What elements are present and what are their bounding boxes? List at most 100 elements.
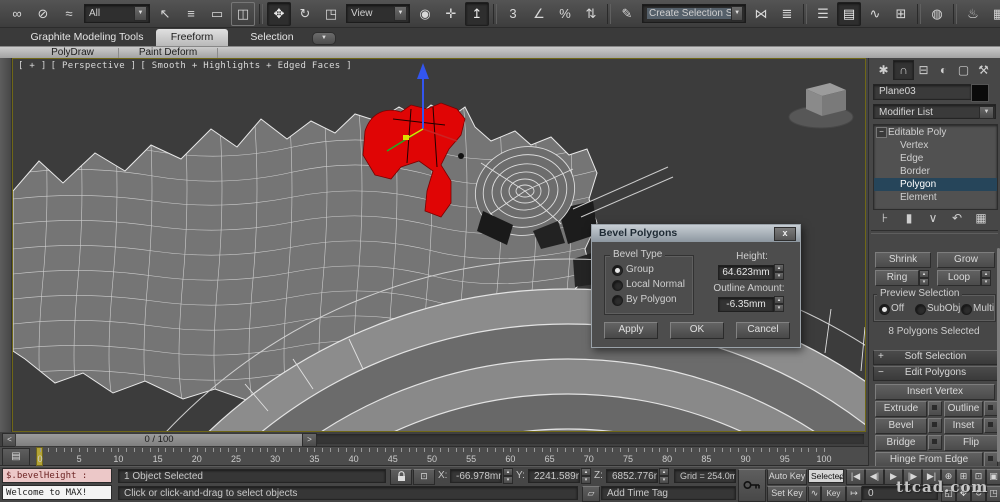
bridge-button[interactable]: Bridge <box>875 435 927 451</box>
preview-multi-radio[interactable] <box>961 304 972 315</box>
cancel-button[interactable]: Cancel <box>736 322 790 339</box>
outline-spinner[interactable]: ▴ ▾ <box>774 296 784 312</box>
auto-key-button[interactable]: Auto Key <box>767 469 807 485</box>
pin-stack-icon[interactable]: ⊦ <box>875 208 895 228</box>
tab-selection[interactable]: Selection <box>238 29 306 46</box>
z-spinner[interactable]: ▴ ▾ <box>659 468 669 484</box>
shrink-button[interactable]: Shrink <box>875 252 931 268</box>
x-spinner[interactable]: ▴ ▾ <box>503 468 513 484</box>
absolute-offset-mode-icon[interactable]: ⊡ <box>413 469 435 485</box>
layer-manager-icon[interactable]: ☰ <box>811 2 835 26</box>
play-animation-icon[interactable]: ▶ <box>884 469 903 485</box>
tab-hierarchy-icon[interactable]: ⊟ <box>913 60 934 80</box>
tab-graphite-modeling-tools[interactable]: Graphite Modeling Tools <box>22 29 152 46</box>
radio-by-polygon-label[interactable]: By Polygon <box>626 294 677 305</box>
tab-modify-icon[interactable]: ∩ <box>893 60 914 80</box>
zoom-all-icon[interactable]: ⊞ <box>956 469 971 485</box>
go-to-start-icon[interactable]: |◀ <box>846 469 865 485</box>
make-unique-icon[interactable]: ∨ <box>923 208 943 228</box>
named-selection-sets-dropdown[interactable]: Create Selection Se ▼ <box>642 4 746 23</box>
default-in-out-tangent-icon[interactable]: ∿ <box>808 486 821 502</box>
modifier-list-dropdown[interactable]: Modifier List ▼ <box>873 104 996 119</box>
pan-icon[interactable]: ✥ <box>956 486 971 502</box>
dropdown-arrow-icon[interactable]: ▼ <box>731 6 743 21</box>
flip-button[interactable]: Flip <box>944 435 998 451</box>
loop-button[interactable]: Loop <box>937 270 981 286</box>
extrude-settings-icon[interactable] <box>928 401 942 416</box>
reference-coordinate-dropdown[interactable]: View ▼ <box>346 4 410 23</box>
zoom-extents-all-icon[interactable]: ▣ <box>986 469 1000 485</box>
y-coordinate-field[interactable]: 2241.589m <box>528 469 580 483</box>
viewport-pov-menu[interactable]: [ Perspective ] <box>51 61 137 71</box>
spin-up-icon[interactable]: ▴ <box>919 270 929 278</box>
outline-settings-icon[interactable] <box>984 401 998 416</box>
x-coordinate-field[interactable]: -66.978mm <box>450 469 502 483</box>
time-tag-icon[interactable]: ▱ <box>582 486 600 502</box>
select-and-rotate-icon[interactable]: ↻ <box>293 2 317 26</box>
dropdown-arrow-icon[interactable]: ▼ <box>394 6 407 21</box>
z-coordinate-field[interactable]: 6852.776m <box>606 469 658 483</box>
graphite-ribbon-toggle-icon[interactable]: ▤ <box>837 1 861 26</box>
stack-item-vertex[interactable]: Vertex <box>874 139 997 152</box>
edit-named-selection-sets-icon[interactable]: ✎ <box>615 2 639 26</box>
object-name-field[interactable]: Plane03 <box>873 84 972 100</box>
insert-vertex-button[interactable]: Insert Vertex <box>875 384 995 400</box>
apply-button[interactable]: Apply <box>604 322 658 339</box>
render-setup-icon[interactable]: ♨ <box>961 2 985 26</box>
y-spinner[interactable]: ▴ ▾ <box>581 468 591 484</box>
spinner-snap-icon[interactable]: ⇅ <box>579 2 603 26</box>
loop-spinner[interactable]: ▴ ▾ <box>981 270 991 286</box>
rendered-frame-window-icon[interactable]: ▦ <box>987 2 1000 26</box>
stack-item-border[interactable]: Border <box>874 165 997 178</box>
dropdown-arrow-icon[interactable]: ▼ <box>979 106 994 119</box>
mini-track-editor-icon[interactable]: ▤ <box>2 448 30 466</box>
preview-subobj-label[interactable]: SubObj <box>927 303 960 314</box>
radio-local-normal-label[interactable]: Local Normal <box>626 279 685 290</box>
viewport-shading-menu[interactable]: [ Smooth + Highlights + Edged Faces ] <box>140 61 352 71</box>
viewport-canvas[interactable]: [ + ] [ Perspective ][ Smooth + Highlight… <box>12 58 1000 502</box>
height-field[interactable]: 64.623mm <box>718 265 774 280</box>
use-pivot-center-icon[interactable]: ◉ <box>413 2 437 26</box>
previous-frame-icon[interactable]: ◀| <box>865 469 884 485</box>
key-mode-toggle-icon[interactable]: ↦ <box>846 486 862 502</box>
stack-item-editable-poly[interactable]: − Editable Poly <box>874 126 997 139</box>
preview-multi-label[interactable]: Multi <box>973 303 994 314</box>
viewport-general-menu[interactable]: [ + ] <box>18 61 47 71</box>
zoom-icon[interactable]: ⊕ <box>941 469 956 485</box>
edit-polygons-rollout[interactable]: − Edit Polygons <box>873 366 998 381</box>
bevel-settings-icon[interactable] <box>928 418 942 433</box>
time-slider-track[interactable] <box>316 434 864 444</box>
mirror-icon[interactable]: ⋈ <box>749 2 773 26</box>
current-frame-field[interactable]: 0 <box>862 486 938 500</box>
selected-keyable-dropdown[interactable]: Selected ▼ <box>808 469 844 483</box>
show-end-result-icon[interactable]: ▮ <box>899 208 919 228</box>
tab-freeform[interactable]: Freeform <box>156 29 228 46</box>
dialog-title[interactable]: Bevel Polygons <box>592 225 800 242</box>
select-and-manipulate-icon[interactable]: ✛ <box>439 2 463 26</box>
zoom-extents-icon[interactable]: ⊡ <box>971 469 986 485</box>
collapse-icon[interactable]: − <box>878 367 884 379</box>
select-and-move-icon[interactable]: ✥ <box>267 1 291 26</box>
angle-snap-icon[interactable]: ∠ <box>527 2 551 26</box>
selection-lock-icon[interactable] <box>390 469 412 485</box>
radio-group-label[interactable]: Group <box>626 264 654 275</box>
add-time-tag-field[interactable]: Add Time Tag <box>601 486 736 500</box>
spin-up-icon[interactable]: ▴ <box>774 264 784 272</box>
remove-modifier-icon[interactable]: ↶ <box>947 208 967 228</box>
outline-amount-field[interactable]: -6.35mm <box>718 297 774 312</box>
key-filters-button[interactable]: Key Filters... <box>821 486 846 502</box>
soft-selection-rollout[interactable]: + Soft Selection <box>873 350 998 365</box>
next-frame-icon[interactable]: |▶ <box>903 469 922 485</box>
tab-motion-icon[interactable]: ◐ <box>933 60 954 80</box>
grow-button[interactable]: Grow <box>937 252 995 268</box>
select-and-link-icon[interactable]: ∞ <box>5 2 29 26</box>
ring-spinner[interactable]: ▴ ▾ <box>919 270 929 286</box>
object-color-swatch[interactable] <box>971 84 989 102</box>
slider-next-icon[interactable]: > <box>302 433 317 447</box>
curve-editor-icon[interactable]: ∿ <box>863 2 887 26</box>
tab-utilities-icon[interactable]: ⚒ <box>973 60 994 80</box>
stack-collapse-icon[interactable]: − <box>876 127 887 138</box>
spin-down-icon[interactable]: ▾ <box>919 278 929 286</box>
spin-down-icon[interactable]: ▾ <box>774 304 784 312</box>
tab-display-icon[interactable]: ▢ <box>953 60 974 80</box>
